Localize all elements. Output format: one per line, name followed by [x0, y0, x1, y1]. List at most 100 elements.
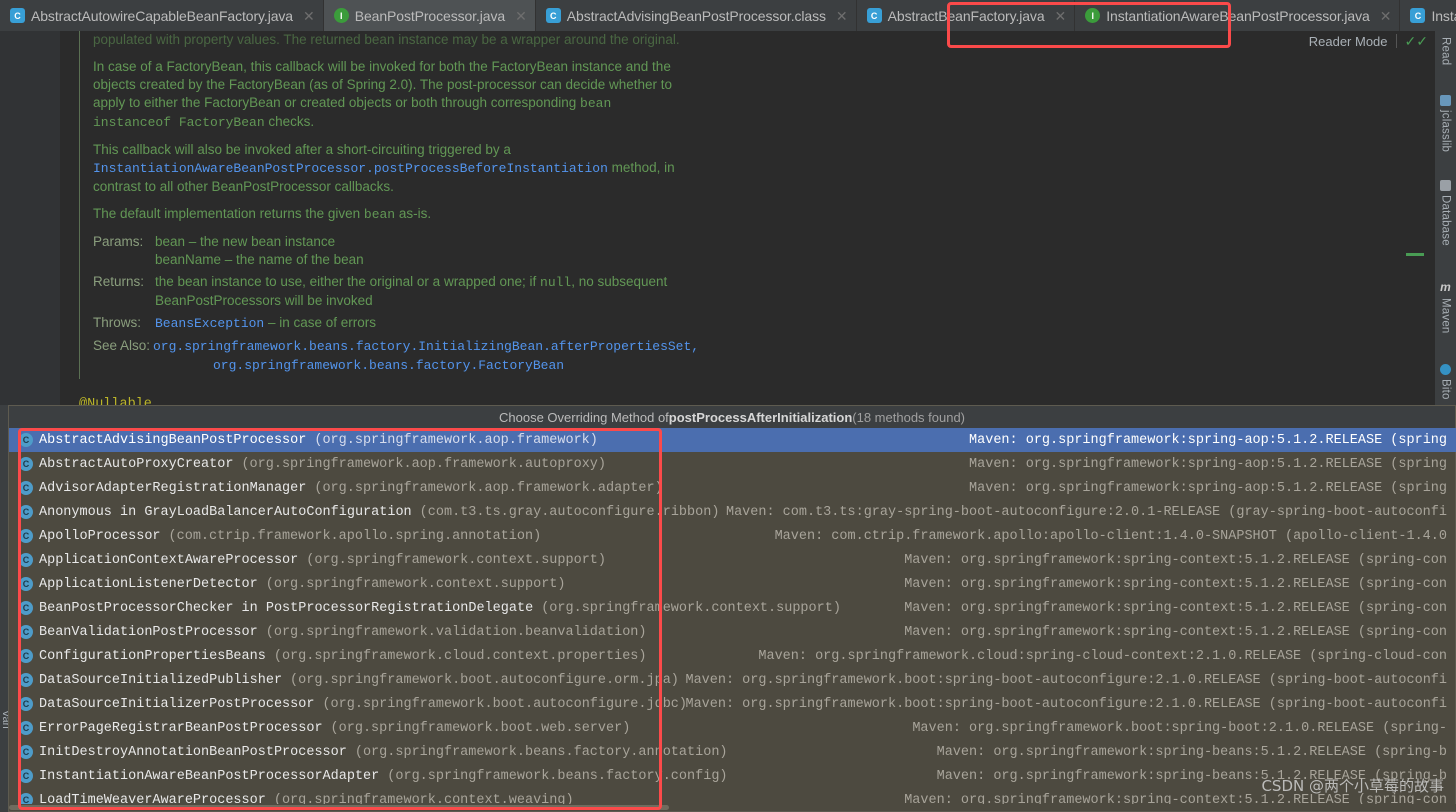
- editor-tab-label: InstantiationAwareBeanP: [1431, 7, 1456, 24]
- method-list-item[interactable]: C ConfigurationPropertiesBeans (org.spring…: [9, 644, 1456, 668]
- method-list-item[interactable]: C DataSourceInitializedPublisher (org.spri…: [9, 668, 1456, 692]
- class-icon: C: [19, 601, 33, 615]
- editor-tab-abstractautowirecapablebeanfactory[interactable]: C AbstractAutowireCapableBeanFactory.jav…: [0, 0, 324, 31]
- method-list-item-library: Maven: org.springframework.boot:spring-b…: [912, 720, 1447, 736]
- class-icon: C: [10, 8, 25, 23]
- method-list-item-class: DataSourceInitializerPostProcessor: [39, 696, 315, 712]
- javadoc-seealso-label: See Also:: [93, 338, 151, 353]
- scrollbar-marker: [1406, 253, 1424, 256]
- javadoc-code: instanceof FactoryBean: [93, 115, 265, 130]
- method-list-item[interactable]: C ApplicationListenerDetector (org.springf…: [9, 572, 1456, 596]
- javadoc-line: apply to either the FactoryBean or creat…: [93, 95, 581, 110]
- method-list-item-class: ConfigurationPropertiesBeans: [39, 648, 266, 664]
- javadoc-throws-value: BeansException – in case of errors: [155, 314, 793, 333]
- javadoc-line: as-is.: [395, 206, 432, 221]
- close-icon[interactable]: ✕: [303, 9, 315, 23]
- method-list-item[interactable]: C InstantiationAwareBeanPostProcessorAdap…: [9, 764, 1456, 788]
- check-icon[interactable]: ✓✓: [1405, 34, 1428, 48]
- method-list-item-library: Maven: org.springframework:spring-contex…: [904, 600, 1447, 616]
- close-icon[interactable]: ✕: [1380, 9, 1392, 23]
- code-editor[interactable]: populated with property values. The retu…: [0, 31, 1434, 405]
- method-list-item[interactable]: C BeanValidationPostProcessor (org.springf…: [9, 620, 1456, 644]
- javadoc-paragraph-top: populated with property values. The retu…: [93, 32, 680, 47]
- method-list-item[interactable]: C AbstractAdvisingBeanPostProcessor (org.s…: [9, 428, 1456, 452]
- method-list-item-library: Maven: org.springframework:spring-contex…: [904, 576, 1447, 592]
- javadoc-param-beanname: beanName – the name of the bean: [155, 252, 364, 267]
- method-list-item[interactable]: C Anonymous in GrayLoadBalancerAutoConfig…: [9, 500, 1456, 524]
- javadoc-params-label: Params:: [93, 234, 144, 249]
- javadoc-link[interactable]: org.springframework.beans.factory.Initia…: [153, 339, 699, 354]
- horizontal-scrollbar[interactable]: [9, 804, 1456, 811]
- editor-tab-instantiationawarebean-truncated[interactable]: C InstantiationAwareBeanP: [1400, 0, 1456, 31]
- popup-title: Choose Overriding Method of postProcessA…: [9, 406, 1455, 428]
- javadoc-line: – in case of errors: [264, 315, 377, 330]
- tool-window-bito[interactable]: Bito: [1440, 360, 1452, 404]
- method-list-item-package: (org.springframework.context.support): [306, 552, 606, 568]
- tool-window-reader[interactable]: Read: [1440, 33, 1452, 69]
- javadoc-paragraph-default: The default implementation returns the g…: [93, 205, 793, 224]
- javadoc-params-value: bean – the new bean instance beanName – …: [155, 233, 793, 269]
- javadoc-link[interactable]: org.springframework.beans.factory.Factor…: [213, 358, 564, 373]
- scrollbar-thumb[interactable]: [9, 805, 669, 810]
- method-list-item-library: Maven: org.springframework.cloud:spring-…: [758, 648, 1447, 664]
- javadoc-returns: Returns: the bean instance to use, eithe…: [93, 273, 793, 310]
- class-icon: C: [545, 8, 561, 23]
- method-list-item-package: (org.springframework.aop.framework.autop…: [241, 456, 606, 472]
- close-icon[interactable]: ✕: [836, 9, 848, 23]
- method-list-item-class: BeanPostProcessorChecker in PostProcesso…: [39, 600, 534, 616]
- method-list-item-library: Maven: com.t3.ts:gray-spring-boot-autoco…: [725, 504, 1447, 520]
- method-list-item-package: (org.springframework.cloud.context.prope…: [273, 648, 647, 664]
- method-list-item[interactable]: C AbstractAutoProxyCreator (org.springfram…: [9, 452, 1456, 476]
- method-list-item[interactable]: C AdvisorAdapterRegistrationManager (org.s…: [9, 476, 1456, 500]
- javadoc-line: BeanPostProcessors will be invoked: [155, 293, 373, 308]
- class-icon: C: [19, 625, 33, 639]
- tool-window-label: Read: [1439, 37, 1452, 66]
- javadoc-link[interactable]: InstantiationAwareBeanPostProcessor.post…: [93, 161, 608, 176]
- editor-gutter[interactable]: [0, 31, 60, 405]
- method-list-item[interactable]: C ApolloProcessor (com.ctrip.framework.apo…: [9, 524, 1456, 548]
- javadoc-seealso: See Also: org.springframework.beans.fact…: [93, 337, 793, 375]
- tool-window-database[interactable]: Database: [1440, 176, 1452, 250]
- reader-mode-label[interactable]: Reader Mode: [1309, 34, 1388, 49]
- tool-window-maven[interactable]: m Maven: [1440, 276, 1452, 338]
- editor-tab-beanpostprocessor[interactable]: I BeanPostProcessor.java ✕: [323, 0, 536, 31]
- method-list-item-package: (org.springframework.validation.beanvali…: [265, 624, 647, 640]
- method-list-item-library: Maven: org.springframework:spring-contex…: [904, 552, 1447, 568]
- javadoc-returns-label: Returns:: [93, 274, 145, 289]
- jclasslib-icon: [1440, 95, 1451, 107]
- close-icon[interactable]: ✕: [1055, 9, 1067, 23]
- javadoc-line: contrast to all other BeanPostProcessor …: [93, 179, 394, 194]
- javadoc-line: In case of a FactoryBean, this callback …: [93, 59, 671, 74]
- editor-tab-instantiationawarebeanpostprocessor[interactable]: I InstantiationAwareBeanPostProcessor.ja…: [1075, 0, 1401, 31]
- javadoc-link[interactable]: BeansException: [155, 316, 264, 331]
- choose-overriding-method-popup: Choose Overriding Method of postProcessA…: [8, 405, 1456, 812]
- class-icon: C: [19, 697, 33, 711]
- method-list-item[interactable]: C DataSourceInitializerPostProcessor (org.…: [9, 692, 1456, 716]
- class-icon: C: [19, 721, 33, 735]
- method-list[interactable]: C AbstractAdvisingBeanPostProcessor (org.s…: [9, 428, 1456, 812]
- tool-window-jclasslib[interactable]: jclasslib: [1440, 91, 1452, 156]
- javadoc-line: checks.: [264, 114, 315, 129]
- editor-tab-label: AbstractAdvisingBeanPostProcessor.class: [566, 7, 826, 24]
- popup-title-prefix: Choose Overriding Method of: [498, 409, 669, 425]
- method-list-item-class: InstantiationAwareBeanPostProcessorAdapt…: [39, 768, 380, 784]
- class-icon: C: [19, 769, 33, 783]
- javadoc-param-bean: bean – the new bean instance: [155, 234, 336, 249]
- javadoc-line: the bean instance to use, either the ori…: [155, 274, 541, 289]
- method-list-item-class: DataSourceInitializedPublisher: [39, 672, 283, 688]
- method-list-item[interactable]: C InitDestroyAnnotationBeanPostProcessor (…: [9, 740, 1456, 764]
- class-icon: C: [19, 673, 33, 687]
- method-list-item[interactable]: C ApplicationContextAwareProcessor (org.sp…: [9, 548, 1456, 572]
- method-list-item-package: (org.springframework.context.support): [541, 600, 841, 616]
- editor-tab-label: BeanPostProcessor.java: [354, 7, 506, 24]
- editor-tab-abstractbeanfactory[interactable]: C AbstractBeanFactory.java ✕: [856, 0, 1076, 31]
- close-icon[interactable]: ✕: [515, 9, 527, 23]
- method-list-item-class: InitDestroyAnnotationBeanPostProcessor: [39, 744, 347, 760]
- editor-tab-abstractadvisingbeanpostprocessor[interactable]: C AbstractAdvisingBeanPostProcessor.clas…: [535, 0, 857, 31]
- tool-window-label: Database: [1439, 195, 1452, 247]
- ide-window: C AbstractAutowireCapableBeanFactory.jav…: [0, 0, 1456, 812]
- method-list-item-class: AdvisorAdapterRegistrationManager: [39, 480, 307, 496]
- method-list-item[interactable]: C ErrorPageRegistrarBeanPostProcessor (org…: [9, 716, 1456, 740]
- class-icon: C: [866, 8, 882, 23]
- method-list-item[interactable]: C BeanPostProcessorChecker in PostProcess…: [9, 596, 1456, 620]
